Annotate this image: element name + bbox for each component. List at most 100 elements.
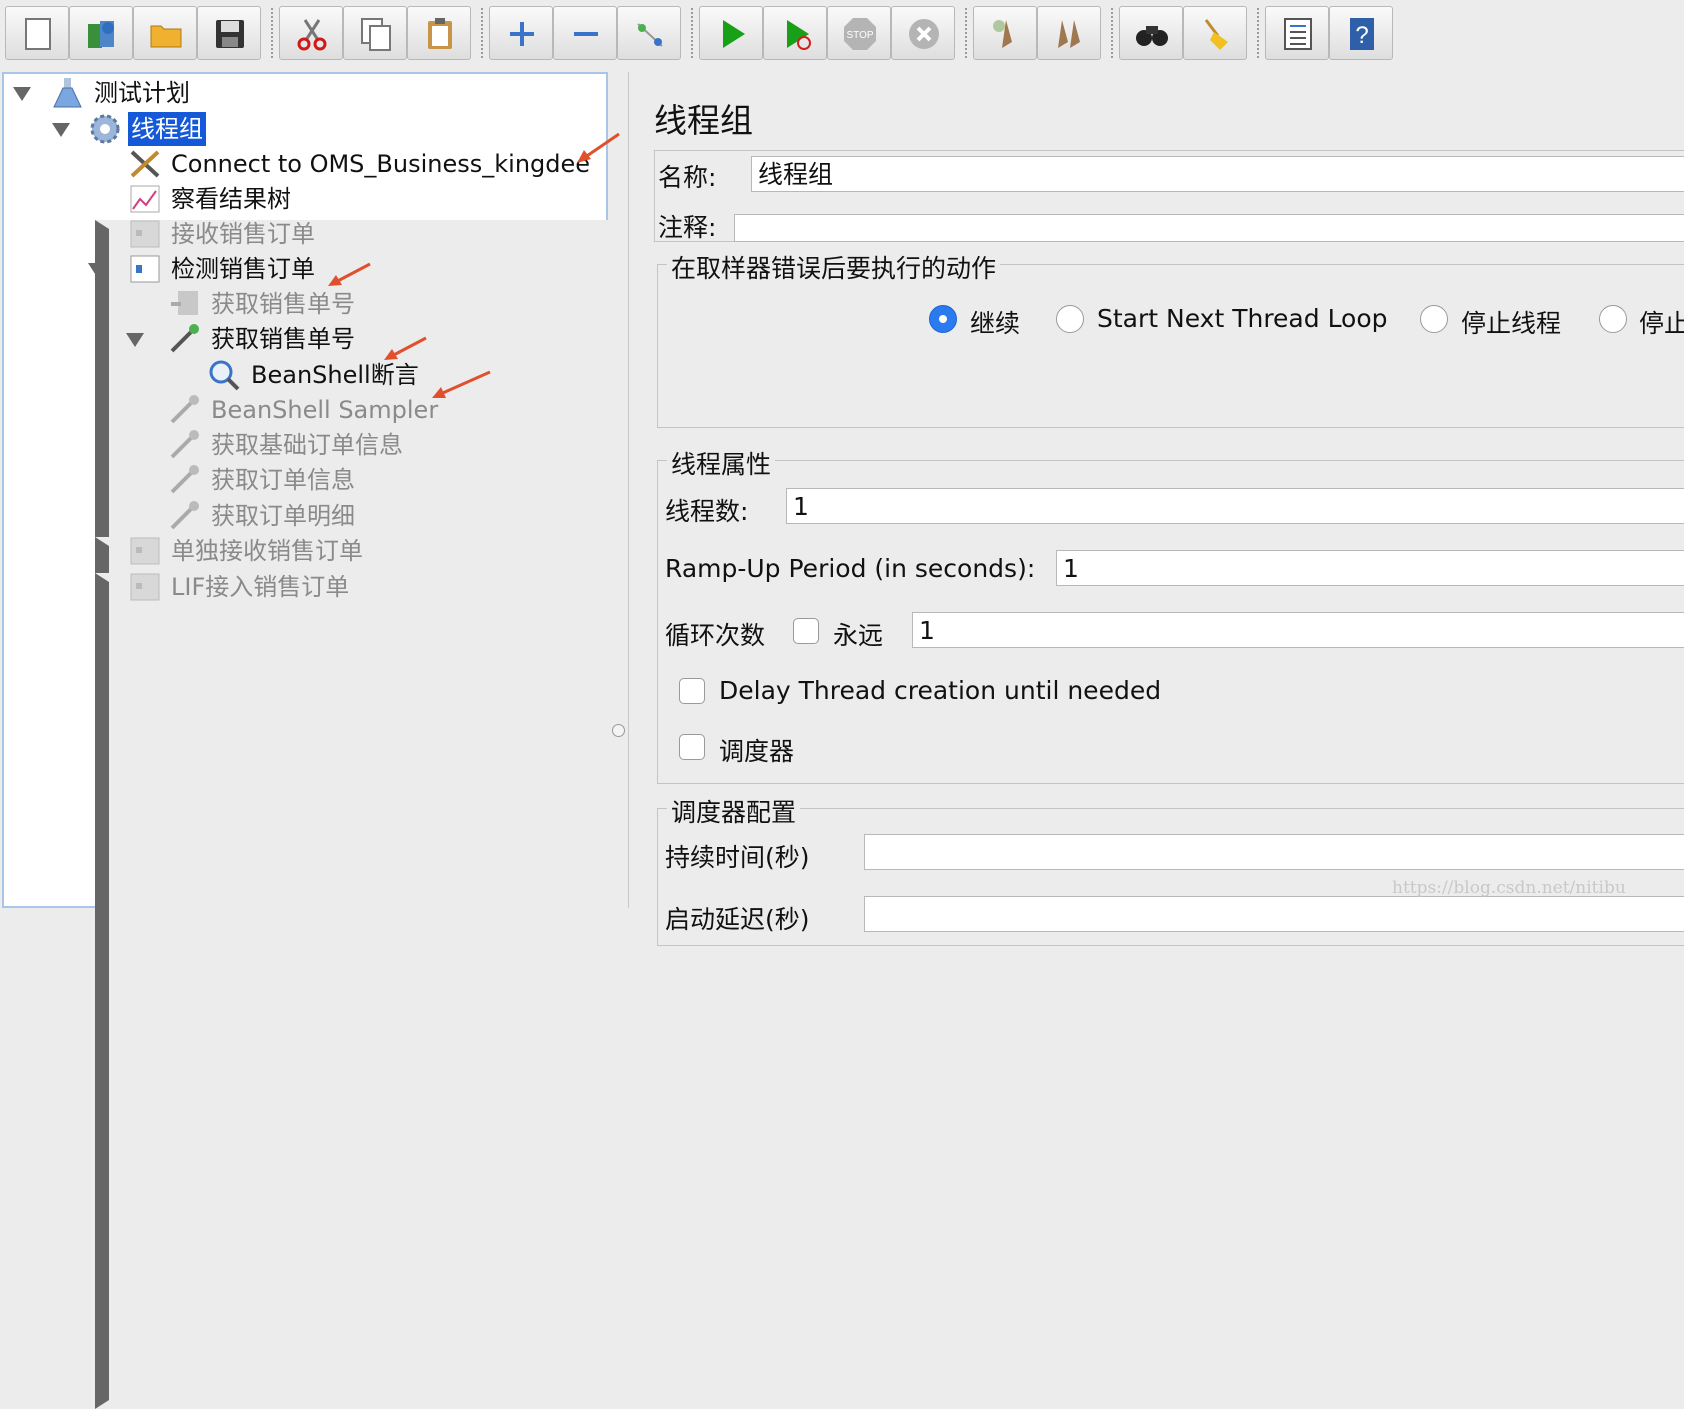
sampler-pipette-icon bbox=[170, 324, 199, 353]
test-plan-flask-icon bbox=[53, 78, 82, 108]
copy-icon bbox=[361, 18, 391, 51]
jdbc-config-tools-icon bbox=[130, 150, 160, 178]
templates-button[interactable] bbox=[69, 6, 133, 60]
expand-button[interactable] bbox=[489, 6, 553, 60]
clear-icon bbox=[993, 20, 1012, 48]
scheduler-checkbox[interactable] bbox=[679, 734, 705, 760]
name-label: 名称: bbox=[658, 163, 717, 192]
watermark: https://blog.csdn.net/nitibu bbox=[1392, 878, 1626, 898]
sampler-icon bbox=[171, 291, 198, 315]
radio-stop-test-label: 停止 bbox=[1639, 309, 1684, 338]
start-no-pauses-icon bbox=[787, 20, 811, 50]
controller-icon bbox=[130, 573, 160, 601]
expand-toggle-icon[interactable] bbox=[126, 333, 144, 347]
sampler-pipette-icon bbox=[170, 430, 199, 459]
sampler-pipette-icon bbox=[170, 465, 199, 494]
delay-thread-creation-label: Delay Thread creation until needed bbox=[719, 676, 1162, 705]
search-button[interactable] bbox=[1119, 6, 1183, 60]
templates-icon bbox=[88, 21, 114, 48]
name-field[interactable]: 线程组 bbox=[751, 156, 1684, 192]
thread-group-panel: 线程组 名称: 线程组 注释: 在取样器错误后要执行的动作 继续 Start N… bbox=[628, 72, 1684, 946]
annotation-arrow-icon bbox=[432, 370, 491, 398]
collapse-minus-icon bbox=[574, 32, 598, 36]
clear-button[interactable] bbox=[973, 6, 1037, 60]
radio-stop-thread-label: 停止线程 bbox=[1461, 309, 1562, 338]
open-folder-icon bbox=[150, 25, 182, 48]
duration-label: 持续时间(秒) bbox=[665, 843, 810, 872]
controller-icon bbox=[130, 255, 160, 283]
new-button[interactable] bbox=[5, 6, 69, 60]
thread-group-gear-icon bbox=[90, 114, 120, 144]
radio-stop-thread[interactable] bbox=[1420, 305, 1448, 333]
rampup-field[interactable]: 1 bbox=[1056, 550, 1684, 586]
clear-all-icon bbox=[1058, 20, 1080, 48]
controller-icon bbox=[130, 537, 160, 565]
forever-checkbox[interactable] bbox=[793, 618, 819, 644]
loop-count-field[interactable]: 1 bbox=[912, 612, 1684, 648]
start-icon bbox=[723, 20, 745, 48]
radio-continue[interactable] bbox=[929, 305, 957, 333]
open-button[interactable] bbox=[133, 6, 197, 60]
loop-count-label: 循环次数 bbox=[665, 621, 766, 650]
threads-label: 线程数: bbox=[665, 497, 749, 526]
sampler-pipette-icon bbox=[170, 395, 199, 424]
help-button[interactable]: ? bbox=[1329, 6, 1393, 60]
expand-toggle-icon[interactable] bbox=[88, 263, 106, 277]
duration-field[interactable] bbox=[864, 834, 1684, 870]
sampler-pipette-icon bbox=[170, 501, 199, 530]
annotation-arrow-icon bbox=[384, 336, 427, 360]
copy-button[interactable] bbox=[343, 6, 407, 60]
startup-delay-label: 启动延迟(秒) bbox=[665, 905, 810, 934]
save-icon bbox=[216, 20, 244, 48]
expand-toggle-icon[interactable] bbox=[13, 87, 31, 101]
error-action-legend: 在取样器错误后要执行的动作 bbox=[667, 249, 1001, 285]
clear-all-button[interactable] bbox=[1037, 6, 1101, 60]
save-button[interactable] bbox=[197, 6, 261, 60]
reset-search-button[interactable] bbox=[1183, 6, 1247, 60]
startup-delay-field[interactable] bbox=[864, 896, 1684, 932]
comment-label: 注释: bbox=[658, 213, 717, 242]
svg-text:STOP: STOP bbox=[846, 30, 873, 41]
start-no-pauses-button[interactable] bbox=[763, 6, 827, 60]
thread-properties-legend: 线程属性 bbox=[667, 445, 776, 481]
threads-field[interactable]: 1 bbox=[786, 488, 1684, 524]
stop-button[interactable]: STOP bbox=[827, 6, 891, 60]
test-plan-tree[interactable]: 测试计划 线程组 Connect to OMS_Business_kingdee… bbox=[2, 72, 1151, 1409]
annotation-arrow-icon bbox=[577, 132, 620, 163]
forever-label: 永远 bbox=[833, 621, 884, 650]
cut-icon bbox=[297, 19, 327, 51]
radio-start-next-loop-label: Start Next Thread Loop bbox=[1097, 304, 1388, 333]
paste-icon bbox=[428, 18, 452, 49]
delay-thread-creation-checkbox[interactable] bbox=[679, 678, 705, 704]
collapse-button[interactable] bbox=[553, 6, 617, 60]
comment-field[interactable] bbox=[734, 214, 1684, 242]
search-binoculars-icon bbox=[1136, 26, 1168, 46]
function-helper-icon bbox=[1284, 18, 1312, 50]
controller-icon bbox=[130, 220, 160, 248]
radio-start-next-loop[interactable] bbox=[1056, 305, 1084, 333]
new-document-icon bbox=[25, 18, 51, 50]
scheduler-config-legend: 调度器配置 bbox=[667, 793, 801, 829]
shutdown-button[interactable] bbox=[891, 6, 955, 60]
paste-button[interactable] bbox=[407, 6, 471, 60]
expand-plus-icon bbox=[510, 22, 534, 46]
expand-toggle-icon[interactable] bbox=[52, 123, 70, 137]
scheduler-label: 调度器 bbox=[719, 737, 795, 766]
panel-title: 线程组 bbox=[654, 101, 753, 140]
svg-text:?: ? bbox=[1355, 22, 1368, 49]
sampler-error-action-group bbox=[657, 264, 1684, 428]
function-helper-button[interactable] bbox=[1265, 6, 1329, 60]
annotation-arrow-icon bbox=[328, 262, 371, 286]
start-button[interactable] bbox=[699, 6, 763, 60]
cut-button[interactable] bbox=[279, 6, 343, 60]
shutdown-icon bbox=[909, 19, 939, 49]
help-icon: ? bbox=[1350, 18, 1374, 50]
toolbar: STOP ? bbox=[0, 0, 1684, 66]
assertion-magnifier-icon bbox=[209, 360, 240, 391]
radio-continue-label: 继续 bbox=[970, 309, 1021, 338]
split-pane-divider[interactable] bbox=[612, 724, 625, 737]
results-tree-graph-icon bbox=[130, 185, 160, 213]
toggle-icon bbox=[637, 23, 663, 47]
toggle-button[interactable] bbox=[617, 6, 681, 60]
radio-stop-test[interactable] bbox=[1599, 305, 1627, 333]
